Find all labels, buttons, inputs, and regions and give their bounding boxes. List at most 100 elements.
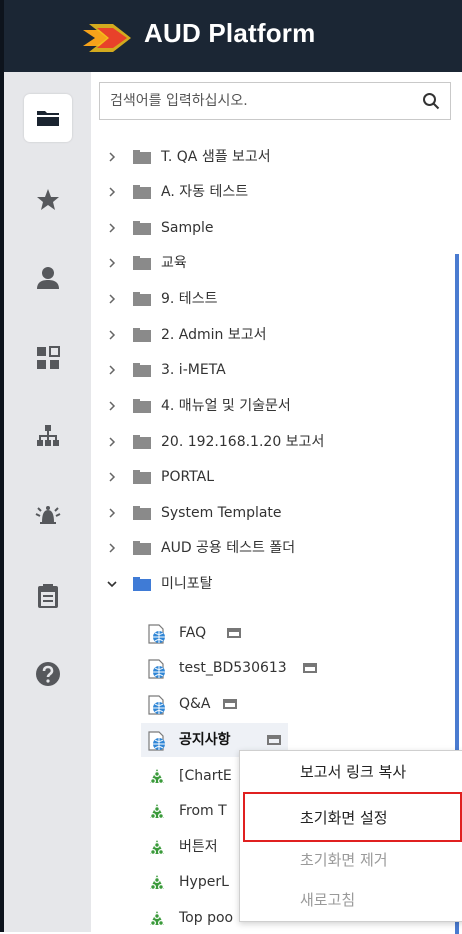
- aud-logo-icon: [83, 24, 131, 52]
- search-icon[interactable]: [422, 92, 440, 110]
- folder-label: 20. 192.168.1.20 보고서: [161, 434, 325, 450]
- folder-label: 미니포탈: [161, 576, 213, 592]
- chevron-right-icon[interactable]: [105, 530, 119, 566]
- chevron-right-icon[interactable]: [105, 174, 119, 210]
- report-label: 공지사항: [179, 732, 231, 748]
- tree-folder-row[interactable]: AUD 공용 테스트 폴더: [91, 530, 451, 566]
- help-icon: [36, 662, 60, 686]
- window-icon: [267, 735, 281, 745]
- tree-folder-row[interactable]: A. 자동 테스트: [91, 174, 451, 210]
- chevron-right-icon[interactable]: [105, 424, 119, 460]
- menu-item-remove-home-screen: 초기화면 제거: [300, 851, 388, 869]
- dashboard-icon: [37, 346, 60, 369]
- report-label: HyperL: [179, 874, 229, 890]
- chevron-right-icon[interactable]: [105, 139, 119, 175]
- folder-icon: [133, 435, 151, 449]
- tree-folder-row[interactable]: PORTAL: [91, 459, 451, 495]
- folder-label: Sample: [161, 220, 214, 236]
- folder-icon: [133, 256, 151, 270]
- report-label: 버튼저: [179, 839, 218, 855]
- folder-label: 교육: [161, 255, 187, 271]
- chevron-right-icon[interactable]: [105, 459, 119, 495]
- tree-folder-row[interactable]: Sample: [91, 210, 451, 246]
- folder-label: AUD 공용 테스트 폴더: [161, 540, 296, 556]
- tree-report-row[interactable]: test_BD530613: [91, 650, 451, 686]
- report-label: From T: [179, 803, 227, 819]
- tree-report-row[interactable]: Q&A: [91, 686, 451, 722]
- window-icon: [227, 628, 241, 638]
- folder-icon: [133, 506, 151, 520]
- tree-folder-row[interactable]: T. QA 샘플 보고서: [91, 139, 451, 175]
- tree-folder-row[interactable]: 20. 192.168.1.20 보고서: [91, 424, 451, 460]
- search-box: [99, 82, 451, 120]
- tree-folder-row[interactable]: System Template: [91, 495, 451, 531]
- folder-label: A. 자동 테스트: [161, 184, 249, 200]
- sidebar: [0, 72, 91, 932]
- folder-icon: [133, 363, 151, 377]
- folder-icon: [133, 541, 151, 555]
- green-report-icon: [150, 875, 164, 890]
- menu-item-refresh: 새로고침: [300, 891, 356, 909]
- clipboard-icon: [38, 584, 58, 608]
- sidebar-item-favorites[interactable]: [24, 176, 72, 224]
- tree-folder-row-open[interactable]: 미니포탈: [91, 566, 451, 602]
- menu-item-copy-report-link[interactable]: 보고서 링크 복사: [240, 751, 462, 793]
- chevron-right-icon[interactable]: [105, 352, 119, 388]
- web-report-icon: [148, 731, 165, 751]
- tree-report-row[interactable]: FAQ: [91, 615, 451, 651]
- folder-icon: [133, 328, 151, 342]
- folder-icon: [133, 150, 151, 164]
- tree-folder-row[interactable]: 2. Admin 보고서: [91, 317, 451, 353]
- highlight-box: [243, 792, 462, 842]
- app-title: AUD Platform: [144, 18, 316, 48]
- folder-icon: [133, 221, 151, 235]
- sidebar-item-dashboard[interactable]: [24, 334, 72, 382]
- report-label: Top poo: [179, 910, 234, 926]
- report-label: test_BD530613: [179, 660, 287, 676]
- green-report-icon: [150, 769, 164, 784]
- web-report-icon: [148, 695, 165, 715]
- folder-icon: [37, 111, 59, 126]
- green-report-icon: [150, 840, 164, 855]
- folder-label: 3. i-META: [161, 362, 226, 378]
- tree-folder-row[interactable]: 3. i-META: [91, 352, 451, 388]
- tree-folder-row[interactable]: 9. 테스트: [91, 281, 451, 317]
- web-report-icon: [148, 624, 165, 644]
- bell-icon: [35, 506, 61, 524]
- sidebar-item-help[interactable]: [24, 650, 72, 698]
- folder-icon: [133, 577, 151, 591]
- sidebar-item-alarm[interactable]: [24, 492, 72, 540]
- tree-folder-row[interactable]: 교육: [91, 245, 451, 281]
- green-report-icon: [150, 911, 164, 926]
- chevron-right-icon[interactable]: [105, 281, 119, 317]
- search-input[interactable]: [100, 83, 410, 119]
- folder-label: 2. Admin 보고서: [161, 327, 267, 343]
- tree-folder-row[interactable]: 4. 매뉴얼 및 기술문서: [91, 388, 451, 424]
- chevron-right-icon[interactable]: [105, 388, 119, 424]
- web-report-icon: [148, 659, 165, 679]
- chevron-down-icon[interactable]: [105, 566, 119, 602]
- folder-label: T. QA 샘플 보고서: [161, 149, 271, 165]
- report-label: FAQ: [179, 625, 207, 641]
- folder-label: PORTAL: [161, 469, 215, 485]
- user-icon: [37, 267, 59, 289]
- report-label: Q&A: [179, 696, 211, 712]
- folder-icon: [133, 399, 151, 413]
- folder-label: 9. 테스트: [161, 291, 218, 307]
- chevron-right-icon[interactable]: [105, 210, 119, 246]
- folder-icon: [133, 185, 151, 199]
- sidebar-item-organization[interactable]: [24, 412, 72, 460]
- sidebar-item-folder[interactable]: [24, 94, 72, 142]
- org-chart-icon: [37, 425, 59, 446]
- folder-icon: [133, 292, 151, 306]
- chevron-right-icon[interactable]: [105, 245, 119, 281]
- folder-label: System Template: [161, 505, 282, 521]
- chevron-right-icon[interactable]: [105, 317, 119, 353]
- folder-label: 4. 매뉴얼 및 기술문서: [161, 398, 291, 414]
- report-label: [ChartE: [179, 768, 232, 784]
- folder-icon: [133, 470, 151, 484]
- sidebar-item-user[interactable]: [24, 254, 72, 302]
- star-icon: [37, 189, 59, 210]
- chevron-right-icon[interactable]: [105, 495, 119, 531]
- sidebar-item-board[interactable]: [24, 572, 72, 620]
